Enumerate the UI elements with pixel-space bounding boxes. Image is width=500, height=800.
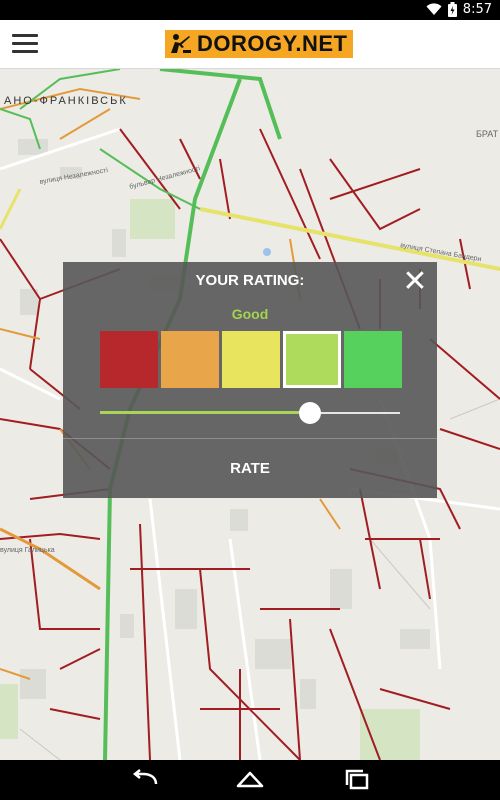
rating-swatch[interactable] xyxy=(222,331,280,388)
rating-title: YOUR RATING: xyxy=(195,272,305,289)
close-icon[interactable]: ✕ xyxy=(401,267,429,297)
rating-swatch[interactable] xyxy=(344,331,402,388)
home-icon[interactable] xyxy=(235,768,265,792)
rating-swatch[interactable] xyxy=(100,331,158,388)
back-icon[interactable] xyxy=(130,768,160,792)
rating-value-label: Good xyxy=(231,306,269,322)
map-view[interactable]: АНО-ФРАНКІВСЬК БРАТ вулиця Незалежності … xyxy=(0,69,500,760)
slider-thumb[interactable] xyxy=(299,402,321,424)
logo-text: DOROGY.NET xyxy=(195,30,354,58)
status-time: 8:57 xyxy=(462,2,492,17)
navigation-bar xyxy=(0,760,500,800)
rating-swatch[interactable] xyxy=(283,331,341,388)
map-street-label: бульвар Незалежності xyxy=(128,164,201,191)
rating-swatch[interactable] xyxy=(161,331,219,388)
app-logo: DOROGY.NET xyxy=(165,30,354,58)
app-bar: DOROGY.NET xyxy=(0,20,500,69)
hamburger-icon[interactable] xyxy=(12,34,38,53)
rate-button[interactable]: RATE xyxy=(63,439,437,498)
roadwork-icon xyxy=(165,30,195,58)
menu-button[interactable] xyxy=(12,34,38,54)
rating-scale xyxy=(100,331,402,388)
rating-slider[interactable] xyxy=(100,402,400,424)
recent-apps-icon[interactable] xyxy=(342,768,372,792)
status-icons: 8:57 xyxy=(426,2,492,17)
slider-fill xyxy=(100,411,310,414)
wifi-icon xyxy=(426,3,442,16)
battery-icon xyxy=(447,2,457,17)
map-street-label: вулиця Галицька xyxy=(0,547,55,554)
status-bar: 8:57 xyxy=(0,0,500,20)
map-side-label: БРАТ xyxy=(476,129,499,139)
map-city-label: АНО-ФРАНКІВСЬК xyxy=(4,95,128,107)
rating-dialog: YOUR RATING: ✕ Good RATE xyxy=(63,262,437,498)
